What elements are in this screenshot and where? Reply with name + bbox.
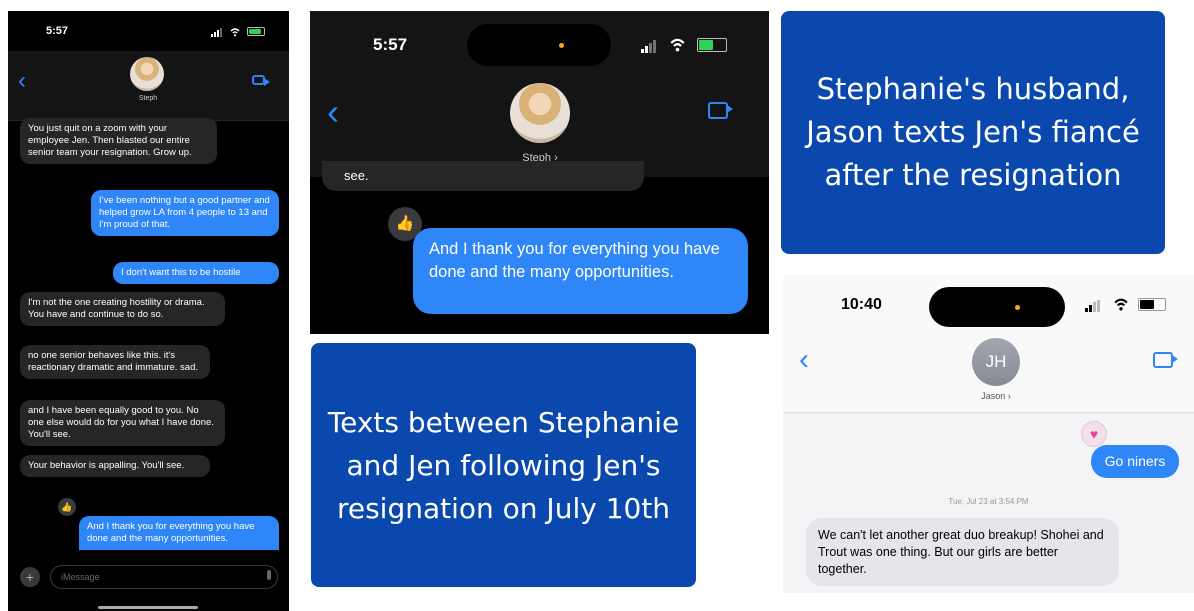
contact-name[interactable]: Jason › bbox=[956, 391, 1036, 401]
contact-avatar[interactable] bbox=[130, 57, 164, 91]
message-bubble-incoming: no one senior behaves like this. it's re… bbox=[20, 345, 210, 379]
wifi-icon bbox=[230, 28, 240, 37]
wifi-icon bbox=[1114, 298, 1128, 311]
message-bubble-incoming: and I have been equally good to you. No … bbox=[20, 400, 225, 446]
video-call-icon[interactable] bbox=[708, 102, 733, 119]
message-bubble-outgoing: Go niners bbox=[1091, 445, 1179, 478]
message-bubble-incoming: Your behavior is appalling. You'll see. bbox=[20, 455, 210, 477]
cellular-signal-icon bbox=[641, 40, 656, 53]
chat-screenshot-jason: 10:40 ‹ JH Jason › ♥ Go niners Tue, Jul … bbox=[783, 275, 1194, 593]
cellular-signal-icon bbox=[211, 28, 222, 37]
dynamic-island bbox=[929, 287, 1065, 327]
caption-steph-jen-texts: Texts between Stephanie and Jen followin… bbox=[311, 343, 696, 587]
status-bar: 5:57 bbox=[8, 11, 289, 51]
conversation-header: 10:40 ‹ JH Jason › bbox=[783, 275, 1194, 413]
heart-reaction-icon: ♥ bbox=[1081, 421, 1107, 447]
status-time: 5:57 bbox=[46, 25, 69, 37]
battery-icon bbox=[1138, 298, 1166, 311]
message-bubble-outgoing: I've been nothing but a good partner and… bbox=[91, 190, 279, 236]
message-composer: + iMessage bbox=[8, 557, 289, 611]
message-input[interactable]: iMessage bbox=[50, 565, 278, 589]
chat-screenshot-steph-full: 5:57 ‹ Steph You just quit on a zoom wit… bbox=[8, 11, 289, 611]
contact-name[interactable]: Steph bbox=[118, 95, 178, 102]
battery-charging-icon bbox=[697, 38, 727, 52]
message-bubble-outgoing: And I thank you for everything you have … bbox=[79, 516, 279, 550]
message-bubble-incoming-partial: see. bbox=[322, 161, 644, 191]
message-bubble-incoming: We can't let another great duo breakup! … bbox=[806, 518, 1119, 586]
battery-icon bbox=[247, 27, 265, 36]
back-chevron-icon[interactable]: ‹ bbox=[327, 91, 339, 133]
message-bubble-incoming: You just quit on a zoom with your employ… bbox=[20, 118, 217, 164]
cellular-signal-icon bbox=[1085, 300, 1100, 312]
conversation-header: ‹ Steph bbox=[8, 51, 289, 121]
conversation-header: 5:57 ‹ Steph › bbox=[310, 11, 769, 177]
home-indicator bbox=[98, 606, 198, 609]
message-timestamp: Tue, Jul 23 at 3:54 PM bbox=[948, 497, 1029, 506]
thumbs-up-reaction-icon: 👍 bbox=[58, 498, 76, 516]
message-bubble-incoming: I'm not the one creating hostility or dr… bbox=[20, 292, 225, 326]
message-bubble-outgoing: And I thank you for everything you have … bbox=[413, 228, 748, 314]
contact-avatar-initials[interactable]: JH bbox=[972, 338, 1020, 386]
status-time: 10:40 bbox=[841, 296, 882, 313]
plus-icon[interactable]: + bbox=[20, 567, 40, 587]
status-time: 5:57 bbox=[373, 35, 408, 54]
video-call-icon[interactable] bbox=[1153, 352, 1178, 368]
back-chevron-icon[interactable]: ‹ bbox=[799, 343, 809, 377]
dynamic-island bbox=[467, 24, 611, 66]
microphone-icon[interactable] bbox=[267, 570, 271, 580]
chat-screenshot-steph-zoomed: 5:57 ‹ Steph › see. 👍 And I thank you fo… bbox=[310, 11, 769, 334]
video-call-icon[interactable] bbox=[252, 75, 270, 86]
message-bubble-outgoing: I don't want this to be hostile bbox=[113, 262, 279, 284]
back-chevron-icon[interactable]: ‹ bbox=[18, 67, 26, 95]
contact-avatar[interactable] bbox=[510, 83, 570, 143]
wifi-icon bbox=[670, 38, 685, 52]
caption-jason-texts: Stephanie's husband, Jason texts Jen's f… bbox=[781, 11, 1165, 254]
